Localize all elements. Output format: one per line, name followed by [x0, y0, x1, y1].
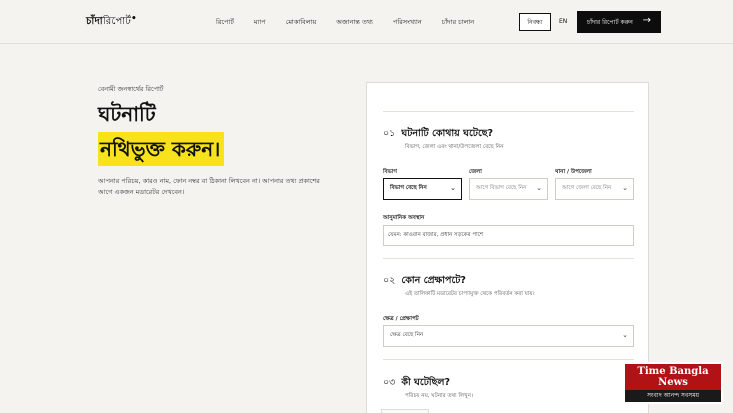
step1-title: ০১ ঘটনাটি কোথায় ঘটেছে?: [383, 127, 493, 142]
district-value: আগে বিভাগ বেছে নিন: [476, 185, 527, 191]
step1-number: ০১: [383, 128, 396, 139]
watermark-line2: News: [658, 377, 688, 388]
step2-title-text: কোন প্রেক্ষাপটে?: [401, 275, 466, 286]
division-select[interactable]: বিভাগ বেছে নিন ⌄: [383, 178, 462, 200]
logo-bold-text: চাঁদা: [86, 16, 103, 27]
sector-value: ক্ষেত্র বেছে নিন: [390, 332, 424, 338]
sector-select[interactable]: ক্ষেত্র বেছে নিন ⌄: [383, 325, 634, 347]
chevron-down-icon: ⌄: [450, 184, 456, 192]
watermark-title: Time Bangla News: [625, 366, 721, 388]
district-select[interactable]: আগে বিভাগ বেছে নিন ⌄: [469, 178, 548, 200]
report-cta-label: চাঁদার রিপোর্ট করুন: [587, 18, 633, 26]
step3-number: ০৩: [383, 377, 396, 388]
nav-item-stats[interactable]: পরিসংখ্যান: [393, 17, 422, 28]
chevron-down-icon: ⌄: [622, 184, 628, 192]
step1-title-text: ঘটনাটি কোথায় ঘটেছে?: [401, 128, 494, 139]
logo-mark: •: [130, 14, 137, 24]
step3-title: ০৩ কী ঘটেছিল?: [383, 376, 450, 391]
watermark-tagline: সংবাদ আনন্দ সবসময়: [625, 390, 721, 402]
divider: [383, 359, 634, 360]
step2-title: ০২ কোন প্রেক্ষাপটে?: [383, 274, 466, 289]
watermark-logo: Time Bangla News সংবাদ আনন্দ সবসময়: [623, 362, 723, 404]
report-cta-button[interactable]: চাঁদার রিপোর্ট করুন →: [577, 11, 661, 33]
thana-value: আগে জেলা বেছে নিন: [562, 185, 612, 191]
divider: [383, 258, 634, 259]
arrow-right-icon: →: [642, 15, 651, 26]
chevron-down-icon: ⌄: [536, 184, 542, 192]
division-value: বিভাগ বেছে নিন: [390, 185, 427, 191]
logo-light-text: রিপোর্ট: [102, 16, 131, 27]
nav-item-response[interactable]: মোকাবিলায়: [286, 17, 317, 28]
nav-item-info[interactable]: অজানান্ত তথ্য: [336, 17, 373, 28]
watermark-line1: Time Bangla: [637, 366, 709, 377]
chevron-down-icon: ⌄: [622, 331, 628, 339]
step3-title-text: কী ঘটেছিল?: [401, 377, 450, 388]
step2-number: ০২: [383, 275, 396, 286]
main-nav: রিপোর্ট ম্যাপ মোকাবিলায় অজানান্ত তথ্য প…: [216, 17, 494, 28]
step1-hint: বিভাগ, জেলা এবং থানা/উপজেলা বেছে নিন: [405, 144, 504, 150]
top-header: চাঁদারিপোর্ট• রিপোর্ট ম্যাপ মোকাবিলায় অ…: [0, 0, 733, 44]
step2-hint: এই তালিকাটি মডারেটর চাপ্যামুক্ত থেকে পরি…: [405, 291, 535, 297]
hero-title-line2: নথিভুক্ত করুন।: [98, 132, 225, 166]
login-button[interactable]: নিবন্ধ্য: [519, 13, 551, 31]
thana-select[interactable]: আগে জেলা বেছে নিন ⌄: [555, 178, 634, 200]
language-toggle[interactable]: EN: [559, 18, 567, 25]
hero-description: আপনার পরিচয়, কারও নাম, ফোন নম্বর বা ঠিক…: [98, 177, 320, 196]
site-logo[interactable]: চাঁদারিপোর্ট•: [86, 14, 137, 31]
thana-label: থানা / উপজেলা: [555, 169, 592, 175]
step3-hint: পরিচয় নয়, ঘটনার তথ্য লিখুন।: [405, 393, 473, 399]
location-input[interactable]: যেমন: কাওরান বাজার, প্রধান সড়কের পাশে: [383, 225, 634, 246]
report-form-card: ০১ ঘটনাটি কোথায় ঘটেছে? বিভাগ, জেলা এবং থ…: [366, 82, 649, 413]
divider: [383, 111, 634, 112]
nav-item-report[interactable]: রিপোর্ট: [216, 17, 234, 28]
hero-eyebrow: বেনামী জনস্বার্থের রিপোর্ট: [98, 85, 164, 93]
district-label: জেলা: [469, 169, 482, 175]
nav-item-invoice[interactable]: চাঁদার চালান: [442, 17, 474, 28]
sector-label: ক্ষেত্র / প্রেক্ষাপট: [383, 316, 419, 322]
hero-title-line1: ঘটনাটি: [98, 102, 156, 126]
division-label: বিভাগ: [383, 169, 397, 175]
nav-item-map[interactable]: ম্যাপ: [254, 17, 266, 28]
description-input-top[interactable]: [381, 409, 429, 413]
location-label: আনুমানিক অবস্থান: [383, 215, 425, 221]
